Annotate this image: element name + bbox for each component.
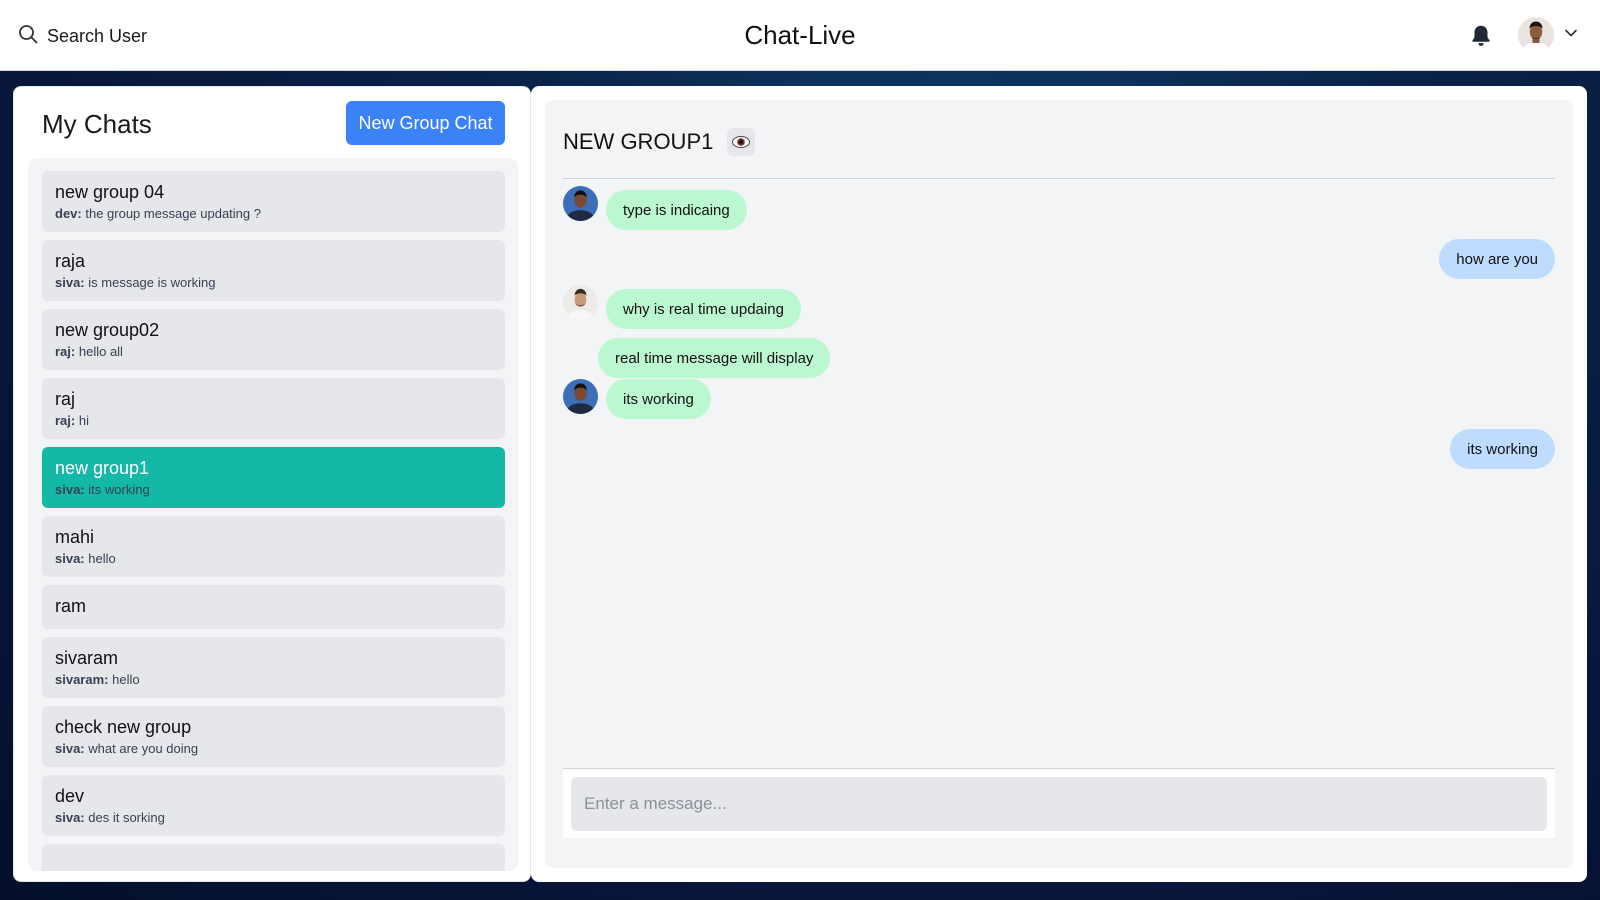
avatar (1518, 17, 1554, 53)
chat-name: new group 04 (55, 182, 165, 202)
chat-window: NEW GROUP1 type is indicaing how are you… (531, 86, 1587, 882)
chat-list-item[interactable]: new group02 raj: hello all (42, 309, 505, 370)
message-bubble-received: its working (606, 379, 711, 419)
message-bubble-sent: how are you (1439, 239, 1555, 279)
chat-list-item[interactable]: dev siva: des it sorking (42, 775, 505, 836)
eye-icon[interactable] (727, 128, 756, 156)
chat-latest-message: siva: its working (55, 482, 150, 497)
chat-latest-message: siva: des it sorking (55, 810, 165, 825)
message-input-bar (563, 768, 1555, 838)
avatar[interactable] (563, 379, 598, 414)
message-area: NEW GROUP1 type is indicaing how are you… (545, 100, 1573, 868)
chat-name: new group1 (55, 458, 150, 478)
chat-name: raja (55, 251, 86, 271)
header-divider (563, 178, 1555, 179)
search-user-label: Search User (47, 25, 148, 46)
message-bubble-received: real time message will display (598, 338, 831, 378)
chat-latest-message: siva: what are you doing (55, 741, 199, 756)
chat-name: new group02 (55, 320, 160, 340)
chat-name: mahi (55, 527, 95, 547)
search-icon (18, 24, 38, 49)
chat-latest-message: dev: the group message updating ? (55, 206, 261, 221)
chat-header: NEW GROUP1 (563, 128, 756, 156)
chat-list-item-selected[interactable]: new group1 siva: its working (42, 447, 505, 508)
profile-menu-button[interactable] (1518, 16, 1578, 54)
chat-name: ram (55, 596, 86, 616)
app-title: Chat-Live (744, 20, 856, 50)
chat-list-item[interactable]: raj raj: hi (42, 378, 505, 439)
chat-title: NEW GROUP1 (563, 129, 714, 154)
new-group-chat-button[interactable]: New Group Chat (346, 101, 505, 145)
my-chats-panel: My Chats New Group Chat new group 04 dev… (13, 86, 531, 882)
chat-list-item[interactable]: sivaram sivaram: hello (42, 637, 505, 698)
chevron-down-icon (1564, 26, 1578, 45)
message-bubble-received: why is real time updaing (606, 289, 801, 329)
chat-latest-message: siva: is message is working (55, 275, 216, 290)
chat-list-item[interactable]: ram (42, 585, 505, 629)
search-user-button[interactable]: Search User (18, 22, 147, 50)
chat-latest-message: raj: hello all (55, 344, 123, 359)
chat-list-item[interactable]: check new group siva: what are you doing (42, 706, 505, 767)
chat-list[interactable]: new group 04 dev: the group message upda… (28, 158, 518, 871)
chat-list-item[interactable]: new group 04 dev: the group message upda… (42, 171, 505, 232)
chat-latest-message: sivaram: hello (55, 672, 140, 687)
message-bubble-received: type is indicaing (606, 190, 747, 230)
chat-list-item[interactable]: raja siva: is message is working (42, 240, 505, 301)
my-chats-title: My Chats (42, 109, 152, 139)
chat-list-item-partial[interactable] (42, 844, 505, 871)
top-navbar: Search User Chat-Live (0, 0, 1600, 71)
chat-list-item[interactable]: mahi siva: hello (42, 516, 505, 577)
chat-name: raj (55, 389, 76, 409)
chat-name: sivaram (55, 648, 119, 668)
avatar[interactable] (563, 285, 598, 320)
chat-name: dev (55, 786, 85, 806)
chat-latest-message: siva: hello (55, 551, 116, 566)
chat-latest-message: raj: hi (55, 413, 89, 428)
avatar[interactable] (563, 186, 598, 221)
chat-name: check new group (55, 717, 192, 737)
bell-icon[interactable] (1468, 23, 1494, 49)
message-input[interactable] (571, 777, 1547, 831)
message-bubble-sent: its working (1450, 429, 1555, 469)
